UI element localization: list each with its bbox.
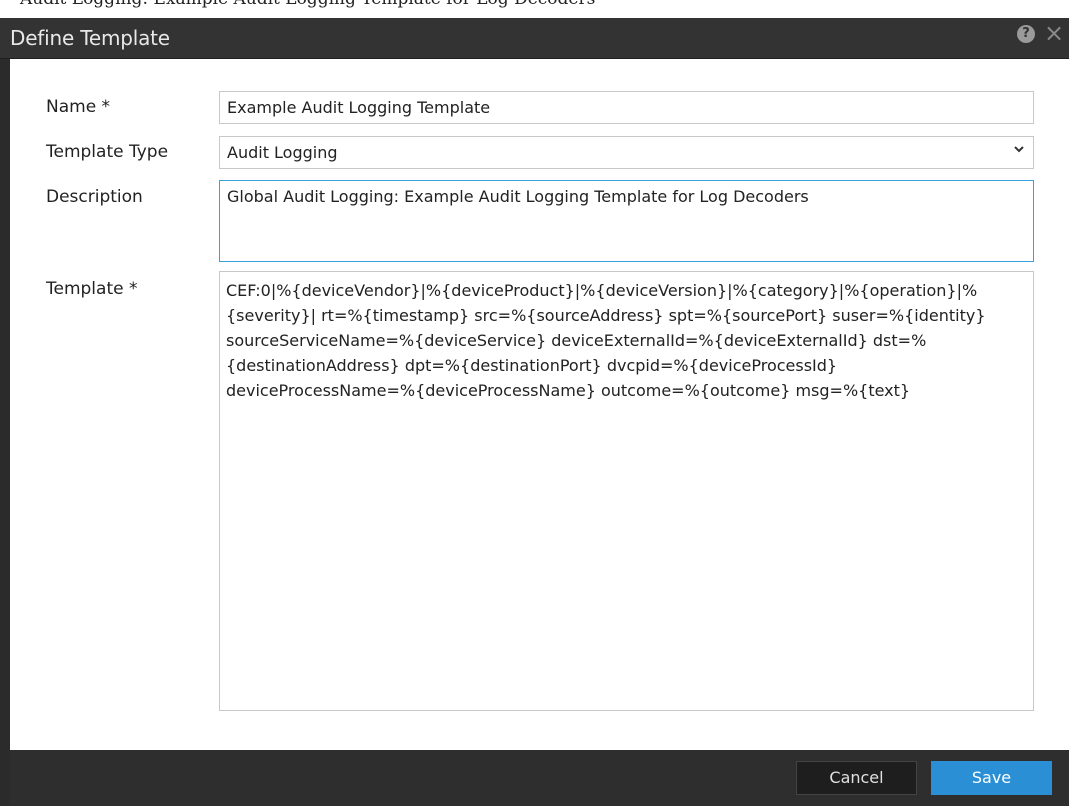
template-label: Template * [46,279,138,299]
background-page-strip: Audit Logging: Example Audit Logging Tem… [0,0,1069,18]
dialog-titlebar: Define Template ? × [0,18,1069,59]
close-icon[interactable]: × [1044,21,1064,45]
dialog-footer: Cancel Save [10,750,1069,806]
name-input[interactable]: Example Audit Logging Template [219,91,1034,124]
define-template-dialog: Define Template ? × Name * Example Audit… [0,18,1069,806]
template-type-value: Audit Logging [227,143,338,162]
save-button[interactable]: Save [931,761,1052,795]
description-textarea[interactable]: Global Audit Logging: Example Audit Logg… [219,180,1034,262]
template-type-select[interactable]: Audit Logging [219,136,1034,169]
background-page-text: Audit Logging: Example Audit Logging Tem… [20,0,595,9]
chevron-down-icon[interactable] [1013,143,1025,159]
template-textarea[interactable]: CEF:0|%{deviceVendor}|%{deviceProduct}|%… [219,271,1034,711]
dialog-title: Define Template [10,26,170,50]
template-type-label: Template Type [46,142,169,162]
cancel-button[interactable]: Cancel [796,761,917,795]
dialog-body: Name * Example Audit Logging Template Te… [10,59,1069,750]
help-icon[interactable]: ? [1017,25,1035,43]
name-label: Name * [46,97,111,117]
description-label: Description [46,187,143,207]
